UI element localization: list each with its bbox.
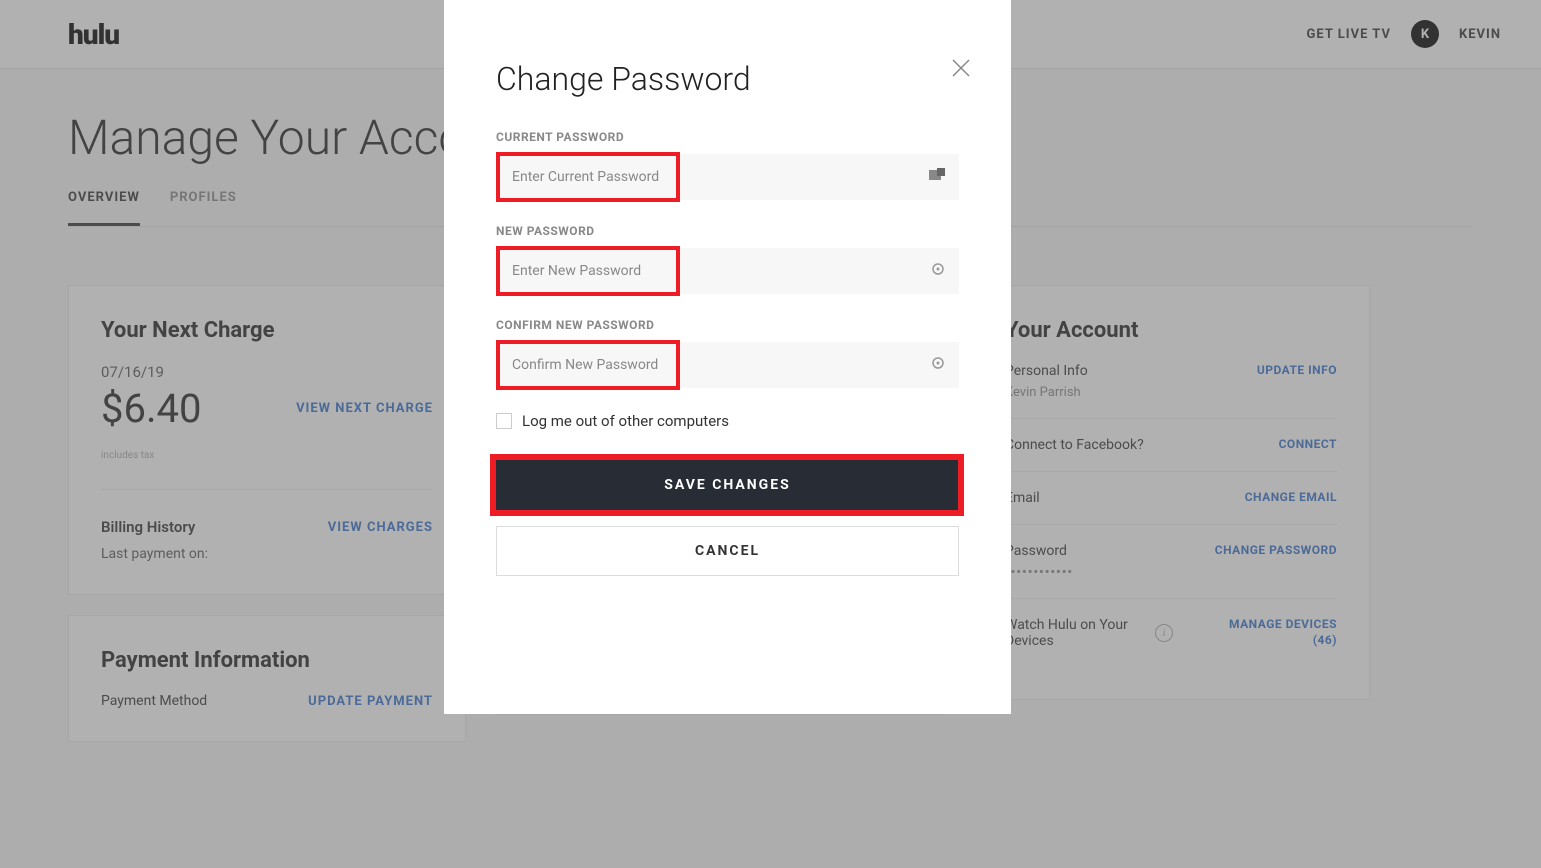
password-label: Password bbox=[1005, 543, 1073, 559]
key-icon bbox=[931, 356, 945, 374]
update-info-link[interactable]: UPDATE INFO bbox=[1257, 363, 1337, 400]
get-live-tv-link[interactable]: GET LIVE TV bbox=[1307, 27, 1391, 42]
account-card: Your Account Personal Info Kevin Parrish… bbox=[972, 285, 1370, 700]
header-right: GET LIVE TV K KEVIN bbox=[1307, 20, 1501, 48]
avatar[interactable]: K bbox=[1411, 20, 1439, 48]
new-password-input[interactable] bbox=[496, 248, 959, 294]
current-password-input[interactable] bbox=[496, 154, 959, 200]
tab-profiles[interactable]: PROFILES bbox=[170, 190, 237, 226]
logout-label: Log me out of other computers bbox=[522, 412, 729, 430]
info-icon[interactable]: i bbox=[1155, 624, 1173, 642]
cancel-button[interactable]: CANCEL bbox=[496, 526, 959, 576]
confirm-password-input[interactable] bbox=[496, 342, 959, 388]
password-manager-icon[interactable] bbox=[929, 168, 945, 186]
next-charge-date: 07/16/19 bbox=[101, 363, 433, 381]
devices-label: Watch Hulu on Your Devices bbox=[1005, 617, 1145, 649]
next-charge-card: Your Next Charge 07/16/19 $6.40 VIEW NEX… bbox=[68, 285, 466, 595]
current-password-label: CURRENT PASSWORD bbox=[496, 130, 959, 144]
tab-overview[interactable]: OVERVIEW bbox=[68, 190, 140, 226]
next-charge-heading: Your Next Charge bbox=[101, 318, 433, 343]
password-mask: •••••••••••• bbox=[1005, 565, 1073, 580]
facebook-label: Connect to Facebook? bbox=[1005, 437, 1144, 453]
column-left: Your Next Charge 07/16/19 $6.40 VIEW NEX… bbox=[68, 285, 466, 742]
key-icon bbox=[931, 262, 945, 280]
payment-heading: Payment Information bbox=[101, 648, 433, 673]
next-charge-amount: $6.40 bbox=[101, 385, 201, 432]
personal-info-name: Kevin Parrish bbox=[1005, 385, 1088, 400]
account-heading: Your Account bbox=[1005, 318, 1337, 343]
last-payment-label: Last payment on: bbox=[101, 546, 433, 562]
view-charges-link[interactable]: VIEW CHARGES bbox=[328, 520, 433, 535]
hulu-logo[interactable]: hulu bbox=[68, 18, 119, 51]
save-button[interactable]: SAVE CHANGES bbox=[496, 460, 959, 510]
column-right: Your Account Personal Info Kevin Parrish… bbox=[972, 285, 1370, 742]
new-password-label: NEW PASSWORD bbox=[496, 224, 959, 238]
modal-title: Change Password bbox=[496, 60, 959, 98]
change-password-modal: Change Password CURRENT PASSWORD NEW PAS… bbox=[444, 0, 1011, 714]
payment-method-label: Payment Method bbox=[101, 693, 207, 709]
billing-history-label: Billing History bbox=[101, 518, 195, 536]
personal-info-label: Personal Info bbox=[1005, 363, 1088, 379]
username-label[interactable]: KEVIN bbox=[1459, 27, 1501, 42]
logout-checkbox[interactable] bbox=[496, 413, 512, 429]
close-icon[interactable] bbox=[949, 56, 973, 84]
view-next-charge-link[interactable]: VIEW NEXT CHARGE bbox=[296, 401, 433, 416]
update-payment-link[interactable]: UPDATE PAYMENT bbox=[308, 694, 433, 709]
change-password-link[interactable]: CHANGE PASSWORD bbox=[1215, 543, 1337, 580]
confirm-password-label: CONFIRM NEW PASSWORD bbox=[496, 318, 959, 332]
tax-note: includes tax bbox=[101, 450, 433, 461]
manage-devices-link[interactable]: MANAGE DEVICES (46) bbox=[1229, 617, 1337, 649]
change-email-link[interactable]: CHANGE EMAIL bbox=[1245, 490, 1337, 506]
connect-facebook-link[interactable]: CONNECT bbox=[1279, 437, 1337, 453]
payment-card: Payment Information Payment Method UPDAT… bbox=[68, 615, 466, 742]
